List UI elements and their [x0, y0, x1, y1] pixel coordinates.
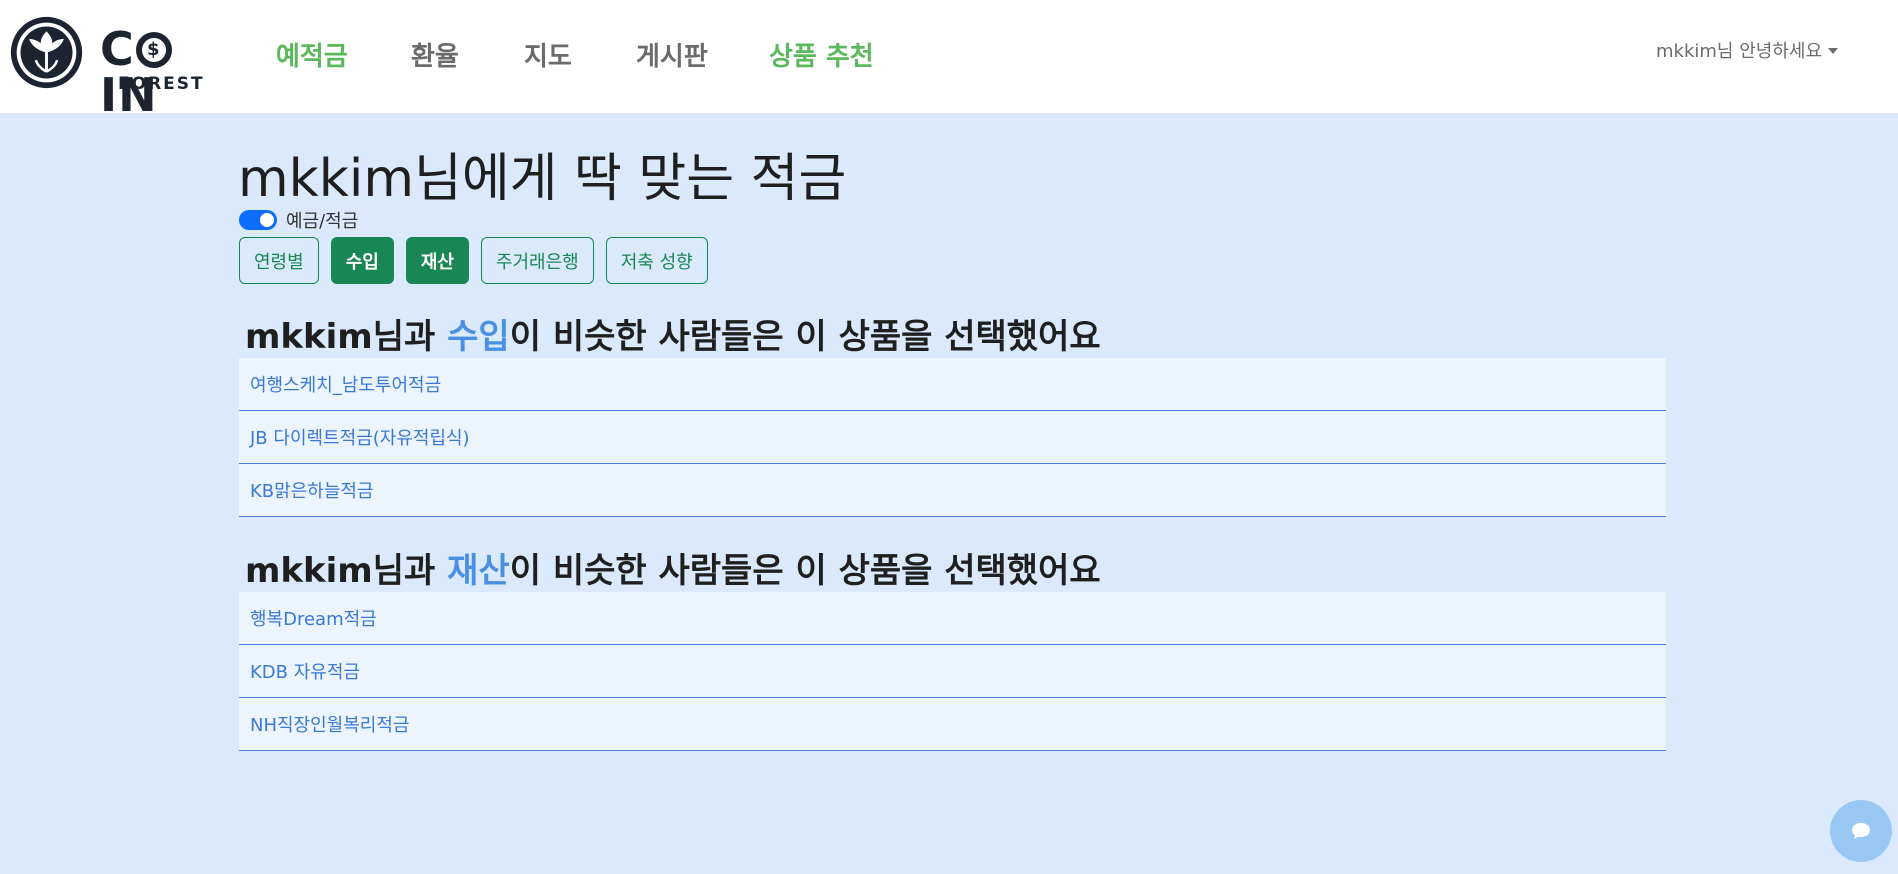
section-title-prefix: mkkim님과 — [245, 551, 448, 591]
chat-bubble-icon — [1852, 823, 1870, 839]
assets-product-list: 행복Dream적금 KDB 자유적금 NH직장인월복리적금 — [239, 592, 1666, 751]
logo-subtitle: FOREST — [118, 74, 205, 94]
income-section-title: mkkim님과 수입이 비슷한 사람들은 이 상품을 선택했어요 — [245, 309, 1101, 358]
list-item[interactable]: 행복Dream적금 — [239, 592, 1666, 645]
user-greeting: mkkim님 안녕하세요 — [1656, 41, 1822, 62]
product-link[interactable]: NH직장인월복리적금 — [250, 711, 409, 737]
toggle-label: 예금/적금 — [286, 211, 359, 232]
list-item[interactable]: KDB 자유적금 — [239, 645, 1666, 698]
nav-map[interactable]: 지도 — [524, 36, 572, 73]
user-menu-dropdown[interactable]: mkkim님 안녕하세요 — [1656, 37, 1838, 63]
product-link[interactable]: KB맑은하늘적금 — [250, 477, 374, 503]
page-title: mkkim님에게 딱 맞는 적금 — [238, 149, 847, 209]
filter-button-group: 연령별 수입 재산 주거래은행 저축 성향 — [239, 237, 720, 284]
section-title-suffix: 이 비슷한 사람들은 이 상품을 선택했어요 — [509, 317, 1101, 357]
nav-deposits[interactable]: 예적금 — [276, 36, 348, 73]
section-title-suffix: 이 비슷한 사람들은 이 상품을 선택했어요 — [509, 551, 1101, 591]
tree-emblem-icon — [10, 16, 83, 89]
filter-age-button[interactable]: 연령별 — [239, 237, 319, 284]
deposit-savings-toggle-row: 예금/적금 — [239, 208, 358, 232]
filter-saving-tendency-button[interactable]: 저축 성향 — [605, 237, 708, 284]
list-item[interactable]: JB 다이렉트적금(자유적립식) — [239, 411, 1666, 464]
nav-board[interactable]: 게시판 — [636, 36, 708, 73]
product-link[interactable]: KDB 자유적금 — [250, 658, 360, 684]
coin-icon: $ — [135, 32, 172, 68]
income-product-list: 여행스케치_남도투어적금 JB 다이렉트적금(자유적립식) KB맑은하늘적금 — [239, 358, 1666, 517]
nav-exchange-rate[interactable]: 환율 — [411, 36, 459, 73]
product-link[interactable]: JB 다이렉트적금(자유적립식) — [250, 424, 470, 450]
deposit-savings-switch[interactable] — [239, 210, 277, 230]
logo-wordmark: C $ IN — [100, 26, 212, 118]
list-item[interactable]: KB맑은하늘적금 — [239, 464, 1666, 517]
filter-income-button[interactable]: 수입 — [330, 237, 394, 284]
section-keyword: 수입 — [447, 317, 510, 357]
section-keyword: 재산 — [447, 551, 510, 591]
filter-main-bank-button[interactable]: 주거래은행 — [480, 237, 594, 284]
section-title-prefix: mkkim님과 — [245, 317, 448, 357]
top-navbar: C $ IN FOREST 예적금 환율 지도 게시판 상품 추천 mkkim님 안… — [0, 0, 1898, 118]
nav-product-recommendation[interactable]: 상품 추천 — [769, 36, 874, 73]
assets-section-title: mkkim님과 재산이 비슷한 사람들은 이 상품을 선택했어요 — [245, 543, 1101, 592]
list-item[interactable]: 여행스케치_남도투어적금 — [239, 358, 1666, 411]
chat-button[interactable] — [1830, 800, 1892, 862]
list-item[interactable]: NH직장인월복리적금 — [239, 698, 1666, 751]
product-link[interactable]: 행복Dream적금 — [250, 605, 377, 631]
coin-forest-logo[interactable]: C $ IN FOREST — [8, 14, 212, 118]
filter-assets-button[interactable]: 재산 — [405, 237, 469, 284]
caret-down-icon — [1828, 48, 1838, 54]
product-link[interactable]: 여행스케치_남도투어적금 — [250, 371, 441, 397]
